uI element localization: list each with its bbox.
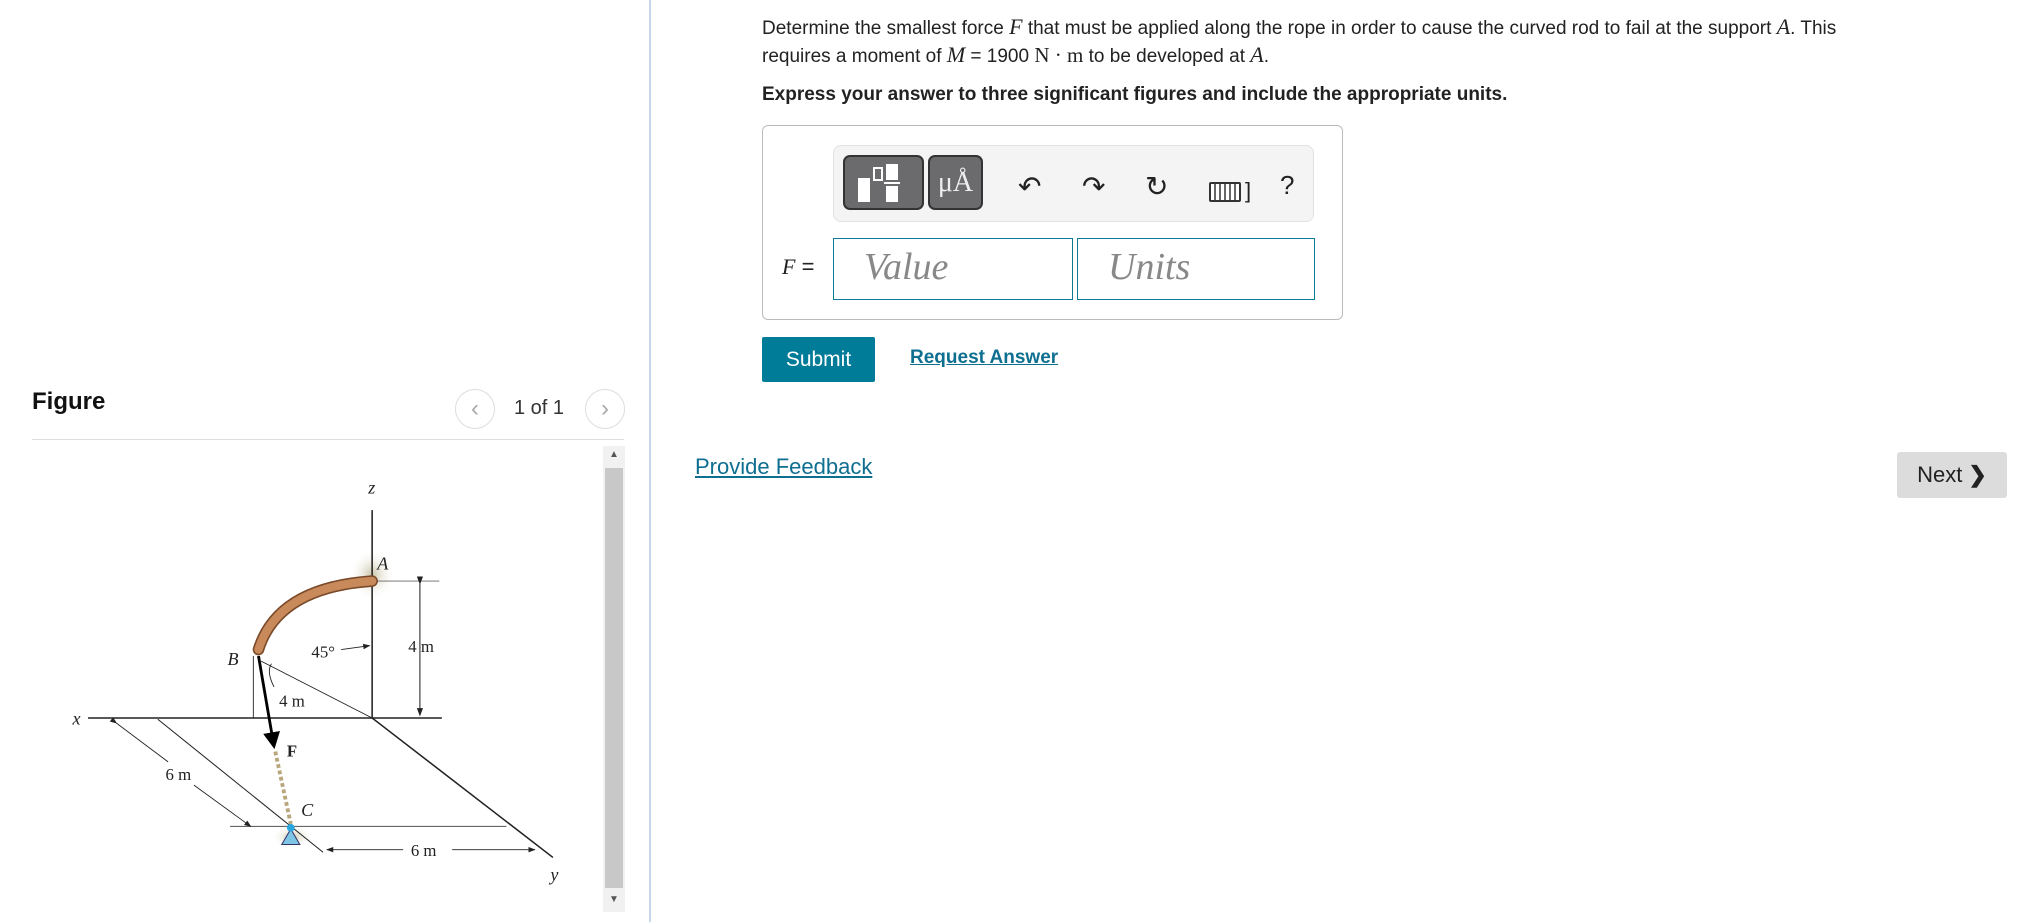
pin-c bbox=[286, 823, 295, 832]
question-text-part: that must be applied along the rope in o… bbox=[1022, 18, 1777, 39]
question-text: Determine the smallest force F that must… bbox=[762, 14, 2012, 70]
dim-6m-left-a bbox=[109, 717, 169, 763]
provide-feedback-link[interactable]: Provide Feedback bbox=[695, 454, 872, 480]
request-answer-link[interactable]: Request Answer bbox=[910, 347, 1058, 369]
dim-4m-vertical-label: 4 m bbox=[408, 637, 434, 656]
y-label: y bbox=[548, 865, 559, 885]
keyboard-icon[interactable] bbox=[1209, 182, 1241, 202]
point-b-label: B bbox=[228, 649, 239, 669]
undo-icon[interactable]: ↶ bbox=[1018, 170, 1041, 203]
z-label: z bbox=[367, 477, 375, 497]
var-a: A bbox=[1776, 14, 1791, 39]
scroll-down-icon[interactable]: ▼ bbox=[606, 894, 622, 905]
redo-icon[interactable]: ↷ bbox=[1082, 170, 1105, 203]
y-axis bbox=[371, 717, 554, 859]
question-text-part: = 1900 bbox=[965, 46, 1035, 67]
question-text-part: . This bbox=[1790, 18, 1837, 39]
question-text-part: . bbox=[1263, 46, 1269, 67]
point-c-label: C bbox=[301, 800, 314, 820]
var-a: A bbox=[1250, 42, 1264, 67]
answer-var: F bbox=[782, 254, 796, 279]
units-button[interactable]: μÅ bbox=[928, 155, 983, 210]
templates-icon bbox=[857, 163, 900, 202]
angle-label: 45° bbox=[311, 642, 334, 661]
keyboard-bracket: ] bbox=[1245, 178, 1252, 203]
figure-diagram: z x y A B C F 45° 4 m 4 m 6 m 6 m bbox=[72, 477, 560, 885]
templates-button[interactable] bbox=[843, 155, 924, 210]
dim-6m-left-label: 6 m bbox=[166, 765, 192, 784]
axes bbox=[88, 510, 554, 859]
rod-radius-line bbox=[260, 660, 373, 719]
scroll-up-icon[interactable]: ▲ bbox=[606, 449, 622, 460]
value-input[interactable]: Value bbox=[833, 238, 1073, 300]
next-button[interactable]: Next ❯ bbox=[1897, 452, 2007, 498]
answer-label: F = bbox=[782, 254, 814, 280]
next-label: Next bbox=[1917, 462, 1963, 487]
units-icon: μÅ bbox=[937, 166, 974, 198]
dim-4m-rod-label: 4 m bbox=[279, 691, 305, 710]
angle-arrow bbox=[341, 643, 371, 650]
var-f: F bbox=[1009, 14, 1023, 39]
chevron-right-icon: ❯ bbox=[1968, 462, 1987, 487]
dim-6m-left-b bbox=[193, 784, 252, 827]
question-text-part: requires a moment of bbox=[762, 46, 947, 67]
question-text-part: to be developed at bbox=[1083, 46, 1251, 67]
c-parallel-line bbox=[157, 718, 324, 853]
rope bbox=[273, 751, 293, 825]
moment-unit: N · m bbox=[1034, 43, 1084, 67]
scrollbar-thumb[interactable] bbox=[605, 468, 623, 888]
point-a-label: A bbox=[376, 553, 389, 573]
equals-sign: = bbox=[795, 254, 815, 279]
x-label: x bbox=[72, 708, 81, 728]
dim-6m-bottom-label: 6 m bbox=[411, 841, 437, 860]
submit-button[interactable]: Submit bbox=[762, 337, 875, 382]
question-text-part: Determine the smallest force bbox=[762, 18, 1010, 39]
units-input[interactable]: Units bbox=[1077, 238, 1315, 300]
force-f-arrow bbox=[257, 655, 280, 750]
instruction-text: Express your answer to three significant… bbox=[762, 84, 1508, 105]
force-f-label: F bbox=[287, 742, 297, 761]
help-button[interactable]: ? bbox=[1280, 170, 1294, 201]
reset-icon[interactable]: ↻ bbox=[1145, 170, 1168, 203]
var-m: M bbox=[946, 42, 966, 67]
